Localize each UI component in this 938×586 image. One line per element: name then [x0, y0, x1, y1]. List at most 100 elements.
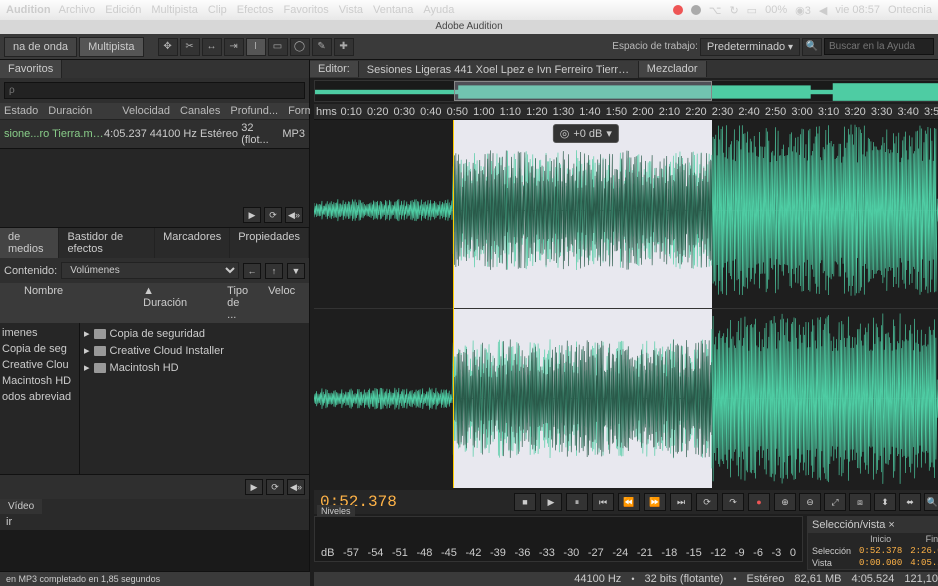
- editor-file-tab[interactable]: Sesiones Ligeras 441 Xoel Lpez e Ivn Fer…: [359, 61, 639, 78]
- play-button[interactable]: ▶: [540, 493, 562, 511]
- folder-icon: [94, 329, 106, 339]
- menu-clip[interactable]: Clip: [208, 4, 227, 16]
- tab-mixer[interactable]: Mezclador: [639, 61, 707, 77]
- rewind-button[interactable]: ⏪: [618, 493, 640, 511]
- window-title: Adobe Audition: [0, 20, 938, 34]
- editor-label: Editor:: [310, 61, 359, 77]
- tool-heal-icon[interactable]: ✚: [334, 38, 354, 56]
- tab-markers[interactable]: Marcadores: [155, 228, 230, 258]
- nav-up-icon[interactable]: ↑: [265, 263, 283, 279]
- record-button[interactable]: ●: [748, 493, 770, 511]
- waveform-editor[interactable]: ◎ +0 dB ▾: [314, 120, 938, 488]
- menubar-clock[interactable]: vie 08:57: [835, 4, 880, 16]
- left-panel: Favoritos Estado Duración Velocidad Cana…: [0, 60, 310, 586]
- menu-edicion[interactable]: Edición: [105, 4, 141, 16]
- rtz-button[interactable]: ⏮: [592, 493, 614, 511]
- mini-loop-icon[interactable]: ⟳: [264, 207, 282, 223]
- stop-button[interactable]: ■: [514, 493, 536, 511]
- zoom-in-v-icon[interactable]: ⬍: [874, 493, 896, 511]
- mini-autoplay-icon[interactable]: ◀»: [285, 207, 303, 223]
- media-folder-tree[interactable]: imenes Copia de seg Creative Clou Macint…: [0, 323, 80, 474]
- media-item[interactable]: ▸ Macintosh HD: [82, 359, 307, 376]
- ir-label: ir: [0, 514, 309, 530]
- gain-menu-icon[interactable]: ▾: [606, 127, 612, 140]
- tab-favoritos[interactable]: Favoritos: [0, 60, 62, 78]
- gain-hud[interactable]: ◎ +0 dB ▾: [553, 124, 619, 143]
- editor-footer: 44100 Hz• 32 bits (flotante)• Estéreo 82…: [314, 572, 938, 586]
- menu-ventana[interactable]: Ventana: [373, 4, 413, 16]
- tool-ibeam-icon[interactable]: I: [246, 38, 266, 56]
- menu-favoritos[interactable]: Favoritos: [283, 4, 328, 16]
- search-icon[interactable]: 🔍: [802, 38, 822, 56]
- media-item[interactable]: ▸ Creative Cloud Installer: [82, 342, 307, 359]
- skip-button[interactable]: ↷: [722, 493, 744, 511]
- media-play-icon[interactable]: ▶: [245, 479, 263, 495]
- media-autoplay-icon[interactable]: ◀»: [287, 479, 305, 495]
- tool-slip-icon[interactable]: ↔: [202, 38, 222, 56]
- ffwd-button[interactable]: ⏩: [644, 493, 666, 511]
- media-item[interactable]: ▸ Copia de seguridad: [82, 325, 307, 342]
- mac-menubar: Audition Archivo Edición Multipista Clip…: [0, 0, 938, 20]
- zoom-out-v-icon[interactable]: ⬌: [899, 493, 921, 511]
- media-loop-icon[interactable]: ⟳: [266, 479, 284, 495]
- menubar-user[interactable]: Ontecnia: [888, 4, 932, 16]
- content-label: Contenido:: [4, 265, 57, 277]
- app-menu-name[interactable]: Audition: [6, 4, 51, 16]
- tool-move-icon[interactable]: ✥: [158, 38, 178, 56]
- mini-play-icon[interactable]: ▶: [243, 207, 261, 223]
- tab-video[interactable]: Vídeo: [0, 499, 42, 514]
- tool-brush-icon[interactable]: ✎: [312, 38, 332, 56]
- file-row[interactable]: sione...ro Tierra.mp3 4:05.237 44100 Hz …: [0, 120, 309, 148]
- pause-button[interactable]: ⏸: [566, 493, 588, 511]
- gain-knob-icon: ◎: [560, 127, 570, 140]
- folder-icon: [94, 346, 106, 356]
- sel-end[interactable]: 2:26.032: [906, 545, 938, 557]
- menu-vista[interactable]: Vista: [339, 4, 363, 16]
- tool-razor-icon[interactable]: ✂: [180, 38, 200, 56]
- bluetooth-icon[interactable]: ⌥: [709, 4, 722, 17]
- editor-panel: Editor: Sesiones Ligeras 441 Xoel Lpez e…: [310, 60, 938, 586]
- menu-efectos[interactable]: Efectos: [237, 4, 274, 16]
- main-toolbar: na de onda Multipista ✥ ✂ ↔ ⇥ I ▭ ◯ ✎ ✚ …: [0, 34, 938, 60]
- menu-ayuda[interactable]: Ayuda: [423, 4, 454, 16]
- tab-waveform[interactable]: na de onda: [4, 37, 77, 57]
- playhead[interactable]: [453, 120, 454, 488]
- view-start[interactable]: 0:00.000: [855, 557, 906, 569]
- overview-waveform[interactable]: [314, 80, 938, 102]
- tab-multitrack[interactable]: Multipista: [79, 37, 143, 57]
- menu-archivo[interactable]: Archivo: [59, 4, 96, 16]
- display-icon[interactable]: ▭: [747, 4, 757, 17]
- time-ruler[interactable]: hms 0:10 0:20 0:30 0:40 0:50 1:00 1:10 1…: [314, 104, 938, 120]
- view-end[interactable]: 4:05.237: [906, 557, 938, 569]
- file-list-header: Estado Duración Velocidad Canales Profun…: [0, 103, 309, 120]
- levels-meter: Niveles dB-57-54-51-48-45-42-39-36-33-30…: [314, 516, 803, 562]
- tool-lasso-icon[interactable]: ◯: [290, 38, 310, 56]
- menu-multipista[interactable]: Multipista: [151, 4, 197, 16]
- eye-icon[interactable]: ◉3: [795, 4, 811, 17]
- waveform-left-icon: [314, 120, 938, 300]
- nav-back-icon[interactable]: ←: [243, 263, 261, 279]
- zoom-in-h-icon[interactable]: ⊕: [774, 493, 796, 511]
- loop-button[interactable]: ⟳: [696, 493, 718, 511]
- sel-start[interactable]: 0:52.378: [855, 545, 906, 557]
- tool-marquee-icon[interactable]: ▭: [268, 38, 288, 56]
- tool-time-icon[interactable]: ⇥: [224, 38, 244, 56]
- zoom-full-icon[interactable]: ⤢: [824, 493, 846, 511]
- content-select[interactable]: Volúmenes: [61, 262, 239, 279]
- end-button[interactable]: ⏭: [670, 493, 692, 511]
- zoom-out-h-icon[interactable]: ⊖: [799, 493, 821, 511]
- volume-icon[interactable]: ◀: [819, 4, 827, 17]
- tab-properties[interactable]: Propiedades: [230, 228, 309, 258]
- zoom-sel-icon[interactable]: ⧈: [849, 493, 871, 511]
- file-name: sione...ro Tierra.mp3: [4, 128, 104, 140]
- sync-icon[interactable]: ↻: [729, 4, 738, 17]
- selection-view-panel: Selección/vista × InicioFinDuración Sele…: [807, 516, 938, 570]
- battery-pct: 00%: [765, 4, 787, 16]
- workspace-select[interactable]: Predeterminado ▾: [700, 38, 800, 56]
- tab-media[interactable]: de medios: [0, 228, 59, 258]
- filter-icon[interactable]: ▼: [287, 263, 305, 279]
- files-search-input[interactable]: [4, 82, 305, 99]
- zoom-in-button[interactable]: 🔍+: [924, 493, 938, 511]
- tab-effects-rack[interactable]: Bastidor de efectos: [59, 228, 155, 258]
- help-search-input[interactable]: [824, 38, 934, 55]
